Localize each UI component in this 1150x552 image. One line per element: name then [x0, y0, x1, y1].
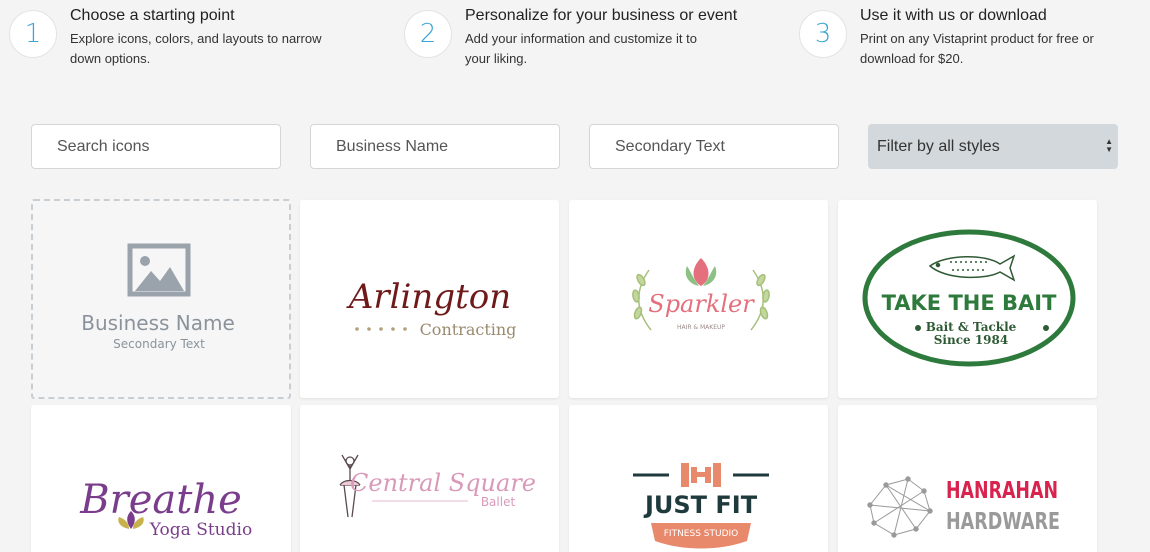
- step-number: 2: [404, 10, 452, 58]
- card-secondary-text: Bait & Tackle: [926, 320, 1017, 334]
- card-business-name: Business Name: [81, 311, 235, 335]
- secondary-text-input[interactable]: [589, 124, 839, 169]
- logo-card-sparkler[interactable]: Sparkler HAIR & MAKEUP: [569, 200, 828, 398]
- card-secondary-text: Yoga Studio: [149, 520, 252, 540]
- step-title: Personalize for your business or event: [465, 7, 738, 24]
- card-tertiary-text: Since 1984: [934, 333, 1008, 347]
- network-mesh-icon: [867, 476, 933, 538]
- steps-header: 1 Choose a starting point Explore icons,…: [0, 0, 1150, 80]
- style-filter-select[interactable]: Filter by all styles ▲ ▼: [868, 124, 1118, 169]
- card-business-name: Arlington: [346, 277, 511, 317]
- card-secondary-text: HARDWARE: [946, 509, 1060, 535]
- card-business-name: Sparkler: [648, 290, 755, 318]
- card-business-name: Central Square: [350, 469, 536, 497]
- step-number: 1: [9, 10, 57, 58]
- search-icons-input[interactable]: [31, 124, 281, 169]
- card-secondary-text: HAIR & MAKEUP: [677, 324, 725, 331]
- step-description: Add your information and customize it to…: [465, 31, 697, 66]
- step-description: Explore icons, colors, and layouts to na…: [70, 31, 322, 66]
- logo-card-just-fit[interactable]: JUST FIT FITNESS STUDIO: [569, 405, 828, 552]
- step-3: 3 Use it with us or download Print on an…: [799, 6, 1094, 69]
- logo-card-arlington[interactable]: Arlington Contracting: [300, 200, 559, 398]
- step-title: Choose a starting point: [70, 7, 235, 24]
- step-title: Use it with us or download: [860, 7, 1047, 24]
- step-number: 3: [799, 10, 847, 58]
- card-business-name: TAKE THE BAIT: [882, 291, 1058, 315]
- business-name-input[interactable]: [310, 124, 560, 169]
- step-description: Print on any Vistaprint product for free…: [860, 31, 1094, 66]
- logo-card-breathe[interactable]: Breathe Yoga Studio: [31, 405, 291, 552]
- image-icon: [127, 243, 191, 297]
- logo-card-hanrahan[interactable]: HANRAHAN HARDWARE: [838, 405, 1097, 552]
- laurel-right-icon: [750, 269, 770, 331]
- card-secondary-text: Ballet: [481, 495, 516, 509]
- dumbbell-icon: [681, 463, 721, 487]
- card-secondary-text: FITNESS STUDIO: [664, 529, 739, 539]
- bullet-dot: [1043, 325, 1049, 331]
- dots-divider: [355, 327, 407, 331]
- logo-card-central-square[interactable]: Central Square Ballet: [300, 405, 559, 552]
- card-secondary-text: Secondary Text: [113, 337, 205, 351]
- select-arrows-icon: ▲ ▼: [1105, 137, 1113, 154]
- card-secondary-text: Contracting: [420, 320, 517, 339]
- lotus-icon: [685, 258, 717, 286]
- card-business-name: JUST FIT: [643, 491, 758, 519]
- card-business-name: Breathe: [79, 477, 242, 523]
- logo-card-take-the-bait[interactable]: TAKE THE BAIT Bait & Tackle Since 1984: [838, 200, 1097, 398]
- step-1: 1 Choose a starting point Explore icons,…: [9, 6, 321, 69]
- style-filter-value: Filter by all styles: [877, 137, 1000, 155]
- step-2: 2 Personalize for your business or event…: [404, 6, 737, 69]
- logo-card-blank[interactable]: Business Name Secondary Text: [31, 199, 291, 399]
- card-business-name: HANRAHAN: [946, 478, 1058, 504]
- bullet-dot: [915, 325, 921, 331]
